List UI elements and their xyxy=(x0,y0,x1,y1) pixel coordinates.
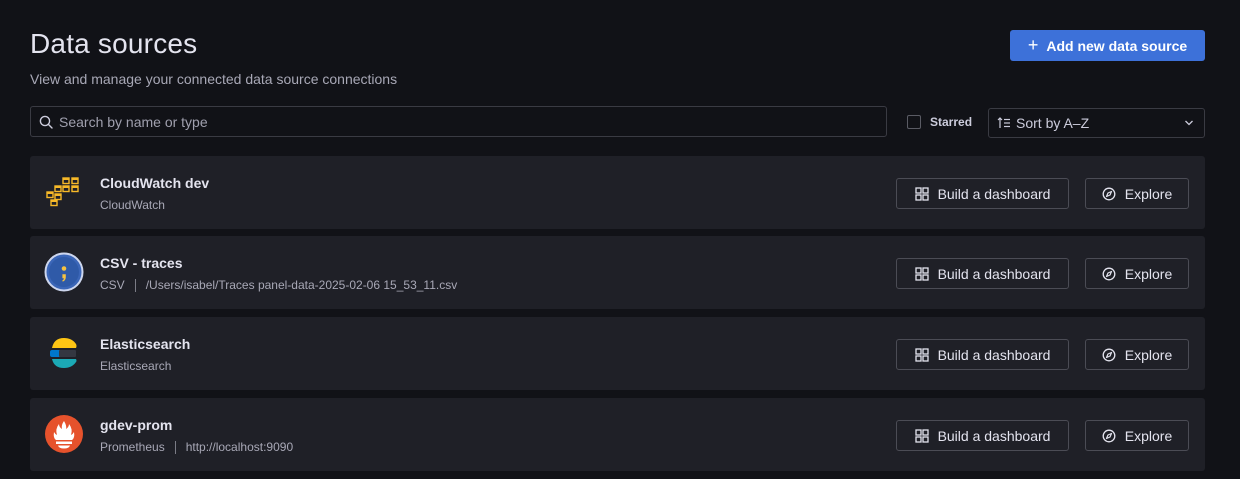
page-title: Data sources xyxy=(30,28,198,59)
csv-logo-icon xyxy=(44,252,84,292)
explore-label: Explore xyxy=(1124,346,1173,363)
datasource-name[interactable]: CloudWatch dev xyxy=(100,175,209,191)
datasource-meta: CSV /Users/isabel/Traces panel-data-2025… xyxy=(100,278,457,292)
data-sources-page: Data sources View and manage your connec… xyxy=(0,0,1240,479)
page-subtitle: View and manage your connected data sour… xyxy=(30,71,398,87)
build-dashboard-label: Build a dashboard xyxy=(937,427,1051,444)
explore-label: Explore xyxy=(1124,265,1173,282)
sort-icon xyxy=(997,117,1010,128)
explore-button[interactable]: Explore xyxy=(1085,420,1189,451)
datasource-url: http://localhost:9090 xyxy=(185,440,294,454)
explore-label: Explore xyxy=(1124,427,1173,444)
explore-button[interactable]: Explore xyxy=(1085,258,1189,289)
build-dashboard-label: Build a dashboard xyxy=(937,346,1051,363)
datasource-row-elasticsearch[interactable]: Elasticsearch Elasticsearch Build a dash… xyxy=(30,317,1205,390)
compass-icon xyxy=(1102,429,1116,442)
datasource-meta: Prometheus http://localhost:9090 xyxy=(100,440,293,454)
add-new-data-source-button[interactable]: + Add new data source xyxy=(1010,30,1205,61)
compass-icon xyxy=(1102,187,1116,200)
build-dashboard-button[interactable]: Build a dashboard xyxy=(896,258,1069,289)
build-dashboard-button[interactable]: Build a dashboard xyxy=(896,420,1069,451)
datasource-name[interactable]: CSV - traces xyxy=(100,255,182,271)
datasource-name[interactable]: Elasticsearch xyxy=(100,336,190,352)
datasource-row-cloudwatch-dev[interactable]: CloudWatch dev CloudWatch Build a dashbo… xyxy=(30,156,1205,229)
add-new-data-source-label: Add new data source xyxy=(1046,37,1188,54)
compass-icon xyxy=(1102,267,1116,280)
datasource-meta: CloudWatch xyxy=(100,198,165,212)
build-dashboard-button[interactable]: Build a dashboard xyxy=(896,178,1069,209)
build-dashboard-label: Build a dashboard xyxy=(937,265,1051,282)
meta-separator xyxy=(134,278,136,292)
dashboard-grid-icon xyxy=(914,186,929,201)
datasource-meta: Elasticsearch xyxy=(100,359,171,373)
starred-filter[interactable]: Starred xyxy=(907,115,972,129)
compass-icon xyxy=(1102,348,1116,361)
explore-button[interactable]: Explore xyxy=(1085,339,1189,370)
dashboard-grid-icon xyxy=(914,428,929,443)
dashboard-grid-icon xyxy=(914,266,929,281)
datasource-type: CSV xyxy=(100,278,125,292)
build-dashboard-button[interactable]: Build a dashboard xyxy=(896,339,1069,370)
search-box[interactable] xyxy=(30,106,887,137)
datasource-url: /Users/isabel/Traces panel-data-2025-02-… xyxy=(145,278,458,292)
search-icon xyxy=(39,115,53,129)
build-dashboard-label: Build a dashboard xyxy=(937,185,1051,202)
plus-icon: + xyxy=(1027,34,1039,55)
datasource-row-gdev-prom[interactable]: gdev-prom Prometheus http://localhost:90… xyxy=(30,398,1205,471)
dashboard-grid-icon xyxy=(914,347,929,362)
starred-label: Starred xyxy=(930,115,973,129)
meta-separator xyxy=(174,440,176,454)
sort-label: Sort by A–Z xyxy=(1016,115,1090,131)
datasource-type: CloudWatch xyxy=(100,198,165,212)
starred-checkbox[interactable] xyxy=(907,115,921,129)
cloudwatch-logo-icon xyxy=(46,177,79,207)
datasource-type: Prometheus xyxy=(100,440,165,454)
explore-label: Explore xyxy=(1124,185,1173,202)
search-input[interactable] xyxy=(59,113,859,130)
datasource-row-csv-traces[interactable]: CSV - traces CSV /Users/isabel/Traces pa… xyxy=(30,236,1205,309)
explore-button[interactable]: Explore xyxy=(1085,178,1189,209)
sort-select[interactable]: Sort by A–Z xyxy=(988,108,1205,138)
datasource-name[interactable]: gdev-prom xyxy=(100,417,172,433)
chevron-down-icon xyxy=(1185,120,1193,126)
datasource-type: Elasticsearch xyxy=(100,359,172,373)
prometheus-logo-icon xyxy=(45,415,83,453)
elasticsearch-logo-icon xyxy=(50,338,77,368)
